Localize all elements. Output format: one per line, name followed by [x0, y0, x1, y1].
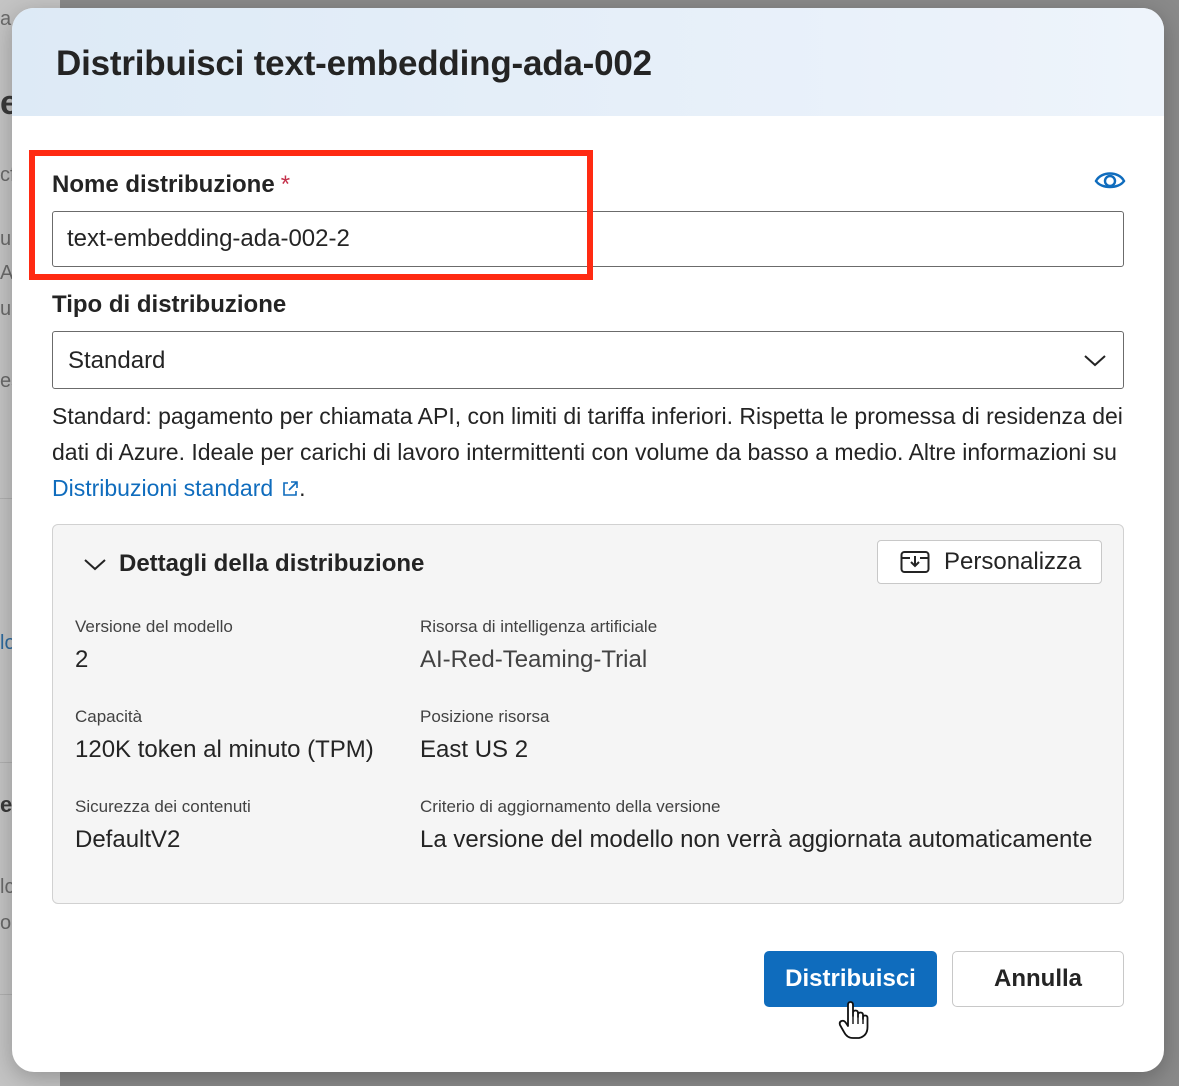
- deployment-details-panel: Dettagli della distribuzione Personalizz…: [52, 524, 1124, 904]
- capacity-value: 120K token al minuto (TPM): [75, 736, 374, 763]
- resource-location-value: East US 2: [420, 736, 529, 763]
- background-text: u: [0, 298, 12, 320]
- resource-location-label: Posizione risorsa: [420, 707, 550, 726]
- standard-deployments-link[interactable]: Distribuzioni standard: [52, 475, 299, 501]
- capacity-label: Capacità: [75, 707, 143, 726]
- customize-button[interactable]: Personalizza: [877, 540, 1102, 584]
- deployment-details-title: Dettagli della distribuzione: [119, 550, 425, 577]
- deployment-type-description: Standard: pagamento per chiamata API, co…: [52, 398, 1132, 506]
- collapse-chevron-icon: [84, 559, 106, 571]
- description-text: Standard: pagamento per chiamata API, co…: [52, 403, 1123, 465]
- deploy-button[interactable]: Distribuisci: [764, 951, 937, 1007]
- customize-label: Personalizza: [944, 548, 1082, 575]
- dialog-title: Distribuisci text-embedding-ada-002: [56, 44, 652, 83]
- chevron-down-icon: [1084, 355, 1106, 367]
- highlight-annotation: [29, 150, 593, 280]
- deploy-dialog: Distribuisci text-embedding-ada-002 Nome…: [12, 8, 1164, 1072]
- dialog-header: Distribuisci text-embedding-ada-002: [12, 8, 1164, 116]
- deployment-type-value: Standard: [68, 347, 166, 374]
- background-text: a: [0, 8, 12, 30]
- description-suffix: .: [299, 475, 306, 501]
- eye-icon[interactable]: [1094, 168, 1126, 192]
- ai-resource-value: AI-Red-Teaming-Trial: [420, 646, 648, 673]
- deployment-type-label: Tipo di distribuzione: [52, 291, 287, 318]
- version-update-policy-label: Criterio di aggiornamento della versione: [420, 797, 721, 816]
- external-link-icon: [283, 481, 298, 496]
- deployment-type-select[interactable]: Standard: [52, 331, 1124, 389]
- ai-resource-label: Risorsa di intelligenza artificiale: [420, 617, 658, 636]
- version-update-policy-value: La versione del modello non verrà aggior…: [420, 826, 1093, 853]
- content-safety-value: DefaultV2: [75, 826, 181, 853]
- cancel-button[interactable]: Annulla: [952, 951, 1124, 1007]
- model-version-value: 2: [75, 646, 89, 673]
- deployment-details-toggle[interactable]: Dettagli della distribuzione: [83, 547, 424, 581]
- customize-icon: [900, 551, 930, 573]
- standard-deployments-link-text: Distribuzioni standard: [52, 475, 274, 501]
- model-version-label: Versione del modello: [75, 617, 233, 636]
- content-safety-label: Sicurezza dei contenuti: [75, 797, 251, 816]
